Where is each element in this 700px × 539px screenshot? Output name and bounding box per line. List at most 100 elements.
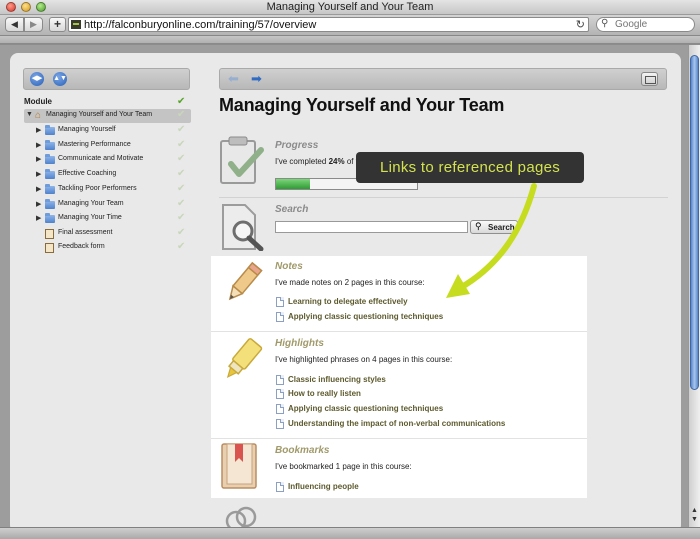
folder-icon	[45, 169, 55, 179]
back-button[interactable]: ◀	[5, 17, 24, 32]
bookmarks-heading: Bookmarks	[275, 445, 330, 456]
tree-item[interactable]: ▶ Managing Your Team ✔	[24, 198, 191, 212]
check-icon: ✔	[177, 212, 186, 223]
tree-item-label: Final assessment	[58, 229, 113, 236]
address-url[interactable]: http://falconburyonline.com/training/57/…	[84, 19, 316, 31]
site-favicon-icon	[71, 20, 81, 29]
bookmarks-bar	[0, 36, 700, 44]
page-icon	[276, 404, 284, 414]
tree-item[interactable]: ▶ Effective Coaching ✔	[24, 168, 191, 182]
notes-heading: Notes	[275, 261, 303, 272]
check-icon: ✔	[177, 109, 186, 120]
highlights-summary: I've highlighted phrases on 4 pages in t…	[275, 355, 453, 364]
page-link[interactable]: Classic influencing styles	[288, 375, 386, 384]
folder-icon	[45, 199, 55, 209]
bookmarks-summary: I've bookmarked 1 page in this course:	[275, 462, 412, 471]
tree-item[interactable]: ▶ Mastering Performance ✔	[24, 139, 191, 153]
address-bar[interactable]: http://falconburyonline.com/training/57/…	[68, 17, 589, 32]
callout-label: Links to referenced pages	[356, 152, 584, 183]
tree-item-feedback-form[interactable]: Feedback form ✔	[24, 241, 191, 255]
check-icon: ✔	[177, 227, 186, 238]
content-toolbar: ⬅ ➡	[219, 68, 667, 90]
progress-bar-fill	[276, 179, 310, 189]
tree-item[interactable]: ▶ Managing Your Time ✔	[24, 212, 191, 226]
tree-item-label: Feedback form	[58, 243, 105, 250]
add-bookmark-button[interactable]: +	[49, 17, 66, 32]
check-icon: ✔	[177, 124, 186, 135]
search-document-icon	[222, 204, 264, 251]
highlights-heading: Highlights	[275, 338, 324, 349]
status-bar	[0, 527, 700, 539]
tree-item[interactable]: ▶ Managing Yourself ✔	[24, 124, 191, 138]
clipboard-check-icon	[220, 136, 264, 184]
page-link[interactable]: How to really listen	[288, 389, 361, 398]
tree-item-final-assessment[interactable]: Final assessment ✔	[24, 227, 191, 241]
check-icon: ✔	[177, 198, 186, 209]
sidebar-heading: Module	[24, 97, 52, 106]
tree-item-label: Tackling Poor Performers	[58, 185, 137, 192]
tree-item-label: Managing Yourself and Your Team	[46, 111, 153, 118]
reload-icon[interactable]: ↻	[576, 18, 585, 31]
page-link[interactable]: Influencing people	[288, 482, 359, 491]
window-title: Managing Yourself and Your Team	[266, 1, 434, 13]
tree-item-label: Mastering Performance	[58, 141, 131, 148]
search-heading: Search	[275, 204, 309, 215]
section-divider	[211, 438, 587, 439]
notes-summary: I've made notes on 2 pages in this cours…	[275, 278, 425, 287]
assessment-icon	[45, 229, 54, 239]
expand-arrow-icon[interactable]: ▶	[36, 185, 41, 193]
folder-icon	[45, 184, 55, 194]
web-search-input[interactable]	[615, 19, 691, 30]
progress-heading: Progress	[275, 140, 319, 151]
expand-arrow-icon[interactable]: ▶	[36, 155, 41, 163]
section-divider	[211, 331, 587, 332]
collapse-all-icon[interactable]: ◀▶	[30, 72, 44, 86]
page-icon	[276, 375, 284, 385]
expand-all-icon[interactable]: ▲▼	[53, 72, 67, 86]
vertical-scrollbar[interactable]: ▲ ▼	[688, 45, 700, 527]
folder-icon	[45, 154, 55, 164]
check-icon: ✔	[177, 153, 186, 164]
print-icon[interactable]	[641, 72, 658, 86]
previous-page-arrow-icon[interactable]: ⬅	[225, 71, 242, 87]
folder-icon	[45, 140, 55, 150]
progress-percent: 24%	[328, 157, 345, 166]
scroll-down-icon[interactable]: ▼	[690, 516, 699, 524]
discussion-icon	[225, 506, 257, 527]
highlighter-icon	[226, 338, 263, 378]
page-link[interactable]: Applying classic questioning techniques	[288, 404, 443, 413]
scrollbar-thumb[interactable]	[690, 55, 699, 390]
tree-item[interactable]: ▶ Communicate and Motivate ✔	[24, 153, 191, 167]
expand-arrow-icon[interactable]: ▶	[36, 170, 41, 178]
page-link[interactable]: Learning to delegate effectively	[288, 297, 408, 306]
feedback-form-icon	[45, 243, 54, 253]
page-icon	[276, 482, 284, 492]
expand-arrow-icon[interactable]: ▶	[36, 214, 41, 222]
tree-item-label: Managing Yourself	[58, 126, 116, 133]
web-search-box[interactable]: ⚲	[596, 17, 695, 32]
expand-arrow-icon[interactable]: ▼	[26, 111, 33, 118]
page-link[interactable]: Applying classic questioning techniques	[288, 312, 443, 321]
check-icon: ✔	[177, 139, 186, 150]
page-title: Managing Yourself and Your Team	[219, 95, 505, 115]
expand-arrow-icon[interactable]: ▶	[36, 126, 41, 134]
folder-icon	[45, 125, 55, 135]
bookmark-book-icon	[221, 443, 257, 489]
page-icon	[276, 419, 284, 429]
browser-toolbar: ◀ ▶ + http://falconburyonline.com/traini…	[0, 15, 700, 36]
tree-item-root[interactable]: ▼ ⌂ Managing Yourself and Your Team ✔	[24, 109, 191, 123]
page-icon	[276, 297, 284, 307]
sidebar-toolbar: ◀▶ ▲▼	[23, 68, 190, 90]
scroll-up-icon[interactable]: ▲	[690, 507, 699, 515]
tree-item-label: Managing Your Time	[58, 214, 122, 221]
expand-arrow-icon[interactable]: ▶	[36, 141, 41, 149]
check-icon: ✔	[177, 241, 186, 252]
tree-item-label: Communicate and Motivate	[58, 155, 144, 162]
page-link[interactable]: Understanding the impact of non-verbal c…	[288, 419, 505, 428]
forward-button[interactable]: ▶	[24, 17, 43, 32]
folder-icon	[45, 213, 55, 223]
expand-arrow-icon[interactable]: ▶	[36, 200, 41, 208]
next-page-arrow-icon[interactable]: ➡	[248, 71, 265, 87]
pencil-icon	[228, 261, 263, 301]
tree-item[interactable]: ▶ Tackling Poor Performers ✔	[24, 183, 191, 197]
